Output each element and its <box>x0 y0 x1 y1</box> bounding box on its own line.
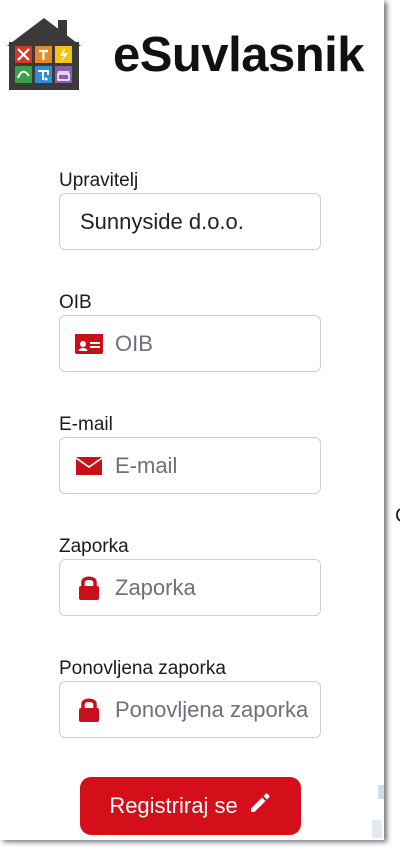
id-card-icon <box>74 333 104 355</box>
register-button[interactable]: Registriraj se <box>80 777 301 835</box>
oib-input[interactable] <box>115 316 315 371</box>
envelope-icon <box>74 455 104 477</box>
password-field[interactable] <box>59 559 321 616</box>
email-field[interactable] <box>59 437 321 494</box>
oib-label: OIB <box>59 292 92 313</box>
password-repeat-input[interactable] <box>115 682 315 737</box>
email-input[interactable] <box>115 438 315 493</box>
password-label: Zaporka <box>59 536 129 557</box>
background-element <box>378 785 384 799</box>
register-button-label: Registriraj se <box>109 793 238 818</box>
app-title: eSuvlasnik <box>113 28 365 82</box>
pencil-icon <box>248 791 272 821</box>
background-area <box>384 0 400 855</box>
password-repeat-field[interactable] <box>59 681 321 738</box>
lock-icon <box>74 576 104 600</box>
password-repeat-label: Ponovljena zaporka <box>59 658 226 679</box>
manager-label: Upravitelj <box>59 170 139 191</box>
lock-icon <box>74 698 104 722</box>
oib-field[interactable] <box>59 315 321 372</box>
email-label: E-mail <box>59 414 113 435</box>
app-logo <box>7 18 81 90</box>
manager-field[interactable] <box>59 193 321 250</box>
background-text: C <box>395 505 400 528</box>
manager-input[interactable] <box>80 194 315 249</box>
password-input[interactable] <box>115 560 315 615</box>
background-element <box>372 820 382 838</box>
